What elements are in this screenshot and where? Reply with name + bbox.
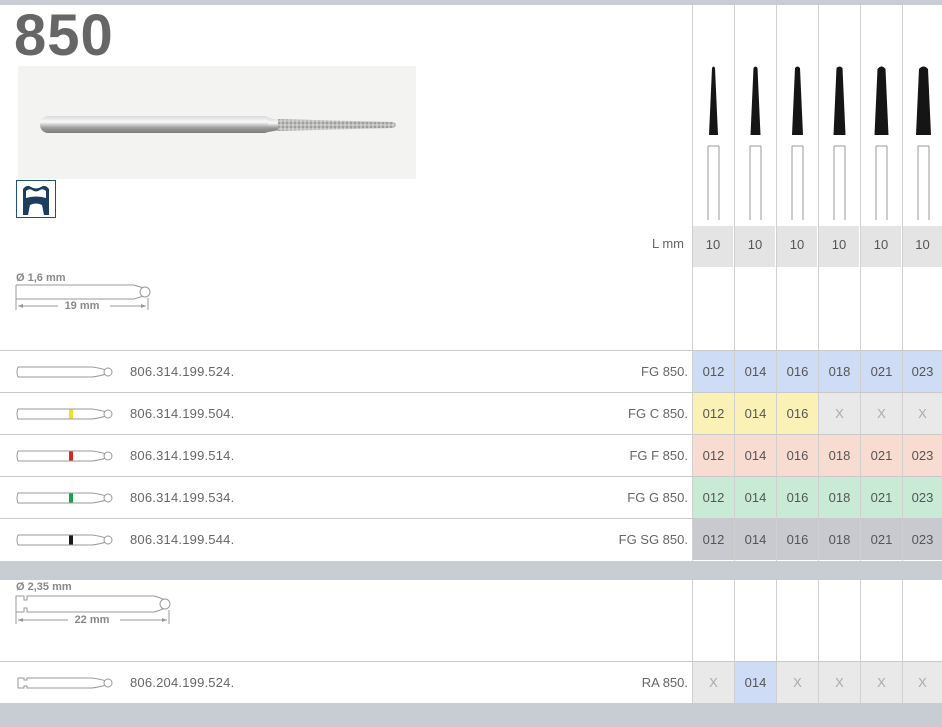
fg-length: 19 mm [64, 300, 100, 312]
size-cell[interactable]: 016 [777, 435, 818, 476]
size-unavailable: X [861, 662, 902, 703]
size-silhouette [777, 62, 818, 222]
type-label: FG 850. [641, 364, 688, 379]
length-value: 10 [861, 226, 901, 267]
size-cell[interactable]: 016 [777, 351, 818, 392]
size-silhouette [903, 62, 942, 222]
length-value: 10 [735, 226, 775, 267]
type-label: FG SG 850. [618, 532, 688, 547]
shank-icon [14, 529, 118, 551]
size-cell[interactable]: 014 [735, 351, 776, 392]
size-unavailable: X [819, 662, 860, 703]
size-cell[interactable]: 023 [903, 519, 942, 560]
order-code: 806.314.199.534. [130, 490, 235, 505]
shank-icon [14, 445, 118, 467]
order-code: 806.314.199.504. [130, 406, 235, 421]
length-value: 10 [777, 226, 817, 267]
size-cell[interactable]: 012 [693, 351, 734, 392]
order-code: 806.314.199.524. [130, 364, 235, 379]
length-label: L mm [651, 236, 684, 251]
size-silhouette [819, 62, 860, 222]
size-cell[interactable]: 018 [819, 351, 860, 392]
size-silhouette [735, 62, 776, 222]
size-cell[interactable]: 018 [819, 519, 860, 560]
size-cell[interactable]: 014 [735, 662, 776, 703]
table-row: 806.314.199.504. FG C 850. 012 014 016 X X X [0, 392, 942, 435]
size-unavailable: X [903, 393, 942, 434]
table-row: 806.314.199.534. FG G 850. 012 014 016 018 021… [0, 476, 942, 519]
size-cell[interactable]: 018 [819, 435, 860, 476]
size-cell[interactable]: 012 [693, 393, 734, 434]
order-code: 806.314.199.514. [130, 448, 235, 463]
length-value: 10 [819, 226, 859, 267]
size-cell[interactable]: 016 [777, 519, 818, 560]
size-unavailable: X [861, 393, 902, 434]
size-unavailable: X [819, 393, 860, 434]
size-cell[interactable]: 016 [777, 393, 818, 434]
shank-icon [14, 361, 118, 383]
size-cell[interactable]: 012 [693, 477, 734, 518]
length-value: 10 [693, 226, 733, 267]
size-cell[interactable]: 012 [693, 435, 734, 476]
size-cell[interactable]: 014 [735, 393, 776, 434]
shank-icon [14, 403, 118, 425]
bottom-band [0, 703, 942, 727]
size-cell[interactable]: 023 [903, 435, 942, 476]
size-unavailable: X [693, 662, 734, 703]
table-row: 806.314.199.514. FG F 850. 012 014 016 018 021… [0, 434, 942, 477]
shank-icon [14, 487, 118, 509]
size-cell[interactable]: 023 [903, 351, 942, 392]
size-silhouette [861, 62, 902, 222]
table-row: 806.204.199.524. RA 850. X 014 X X X X [0, 661, 942, 704]
section-band [0, 561, 942, 580]
size-cell[interactable]: 012 [693, 519, 734, 560]
size-cell[interactable]: 014 [735, 519, 776, 560]
bur-photo [18, 66, 416, 179]
size-cell[interactable]: 021 [861, 351, 902, 392]
product-number: 850 [14, 3, 114, 68]
size-unavailable: X [777, 662, 818, 703]
table-row: 806.314.199.544. FG SG 850. 012 014 016 018 02… [0, 518, 942, 561]
size-cell[interactable]: 021 [861, 519, 902, 560]
size-cell[interactable]: 016 [777, 477, 818, 518]
type-label: FG C 850. [628, 406, 688, 421]
shank-icon [14, 672, 118, 694]
size-cell[interactable]: 014 [735, 435, 776, 476]
top-band [0, 0, 942, 5]
length-value: 10 [903, 226, 942, 267]
type-label: FG G 850. [627, 490, 688, 505]
size-cell[interactable]: 021 [861, 477, 902, 518]
tooth-icon [16, 180, 56, 218]
type-label: RA 850. [641, 675, 688, 690]
size-cell[interactable]: 021 [861, 435, 902, 476]
size-silhouette [693, 62, 734, 222]
type-label: FG F 850. [629, 448, 688, 463]
order-code: 806.204.199.524. [130, 675, 235, 690]
size-cell[interactable]: 023 [903, 477, 942, 518]
size-unavailable: X [903, 662, 942, 703]
order-code: 806.314.199.544. [130, 532, 235, 547]
ra-length: 22 mm [74, 614, 110, 626]
size-cell[interactable]: 018 [819, 477, 860, 518]
size-cell[interactable]: 014 [735, 477, 776, 518]
table-row: 806.314.199.524. FG 850. 012 014 016 018 021 02… [0, 350, 942, 393]
